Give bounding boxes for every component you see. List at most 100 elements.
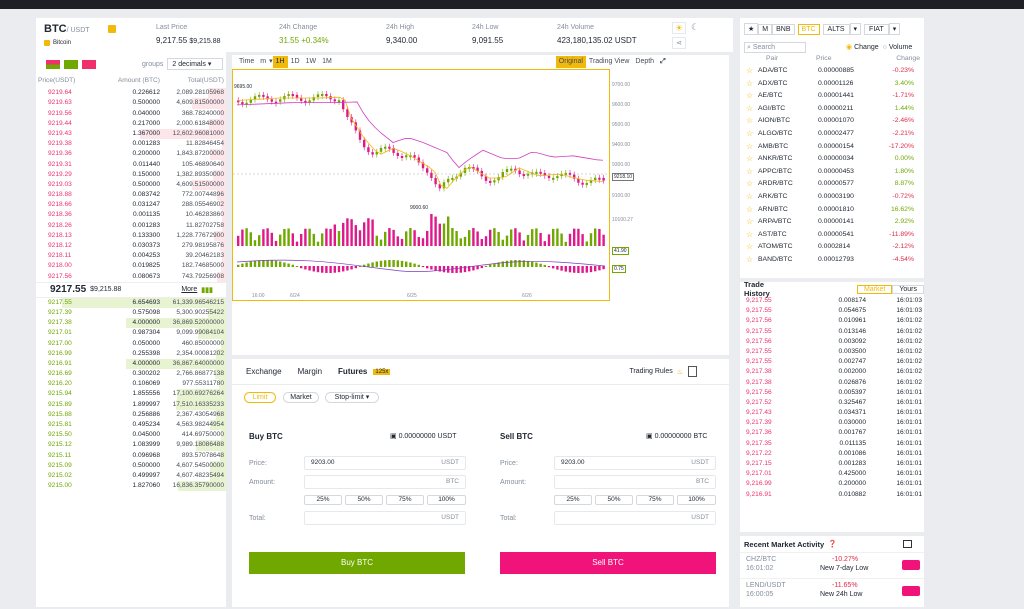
- bid-row[interactable]: 9217.55 6.654693 61,339.96546215: [36, 297, 226, 308]
- view-depth[interactable]: Depth: [632, 56, 657, 68]
- interval-1d[interactable]: 1D: [288, 56, 303, 68]
- buy-pct-25[interactable]: 25%: [304, 495, 342, 505]
- view-asks-icon[interactable]: [82, 59, 96, 69]
- order-type-market[interactable]: Market: [283, 392, 319, 403]
- tab-futures[interactable]: Futures: [332, 367, 373, 376]
- tab-your-trades[interactable]: Yours: [892, 284, 924, 294]
- market-row[interactable]: ☆ ARDR/BTC 0.00000577 8.87%: [740, 178, 924, 191]
- bid-row[interactable]: 9215.50 0.045000 414.69750000: [36, 430, 226, 441]
- tab-exchange[interactable]: Exchange: [240, 367, 288, 376]
- ask-row[interactable]: 9218.66 0.031247 288.05546902: [36, 200, 226, 211]
- bid-row[interactable]: 9215.11 0.096968 893.57078648: [36, 450, 226, 461]
- buy-amount-input[interactable]: BTC: [304, 475, 466, 489]
- favorite-star-icon[interactable]: ☆: [746, 103, 758, 116]
- market-row[interactable]: ☆ AE/BTC 0.00001441 -1.71%: [740, 90, 924, 103]
- buy-total-input[interactable]: USDT: [304, 511, 466, 525]
- favorite-star-icon[interactable]: ☆: [746, 204, 758, 217]
- light-theme-icon[interactable]: ☀: [672, 22, 686, 34]
- favorites-star-icon[interactable]: ★: [744, 23, 759, 35]
- market-search-input[interactable]: ⌕ Search: [744, 41, 806, 53]
- market-row[interactable]: ☆ APPC/BTC 0.00000453 1.80%: [740, 166, 924, 179]
- tab-margin-markets[interactable]: M: [758, 23, 773, 35]
- view-both-icon[interactable]: [46, 59, 60, 69]
- favorite-star-icon[interactable]: ☆: [746, 90, 758, 103]
- ask-row[interactable]: 9219.63 0.500000 4,609.81500000: [36, 98, 226, 109]
- market-row[interactable]: ☆ ATOM/BTC 0.0002814 -2.12%: [740, 241, 924, 254]
- order-type-limit[interactable]: Limit: [244, 392, 276, 403]
- interval-1m[interactable]: 1M: [319, 56, 335, 68]
- sell-pct-25[interactable]: 25%: [554, 495, 592, 505]
- trading-rules-link[interactable]: Trading Rules: [629, 368, 672, 375]
- fullscreen-icon[interactable]: ⤢: [657, 56, 669, 68]
- ask-row[interactable]: 9218.26 0.001283 11.82702758: [36, 220, 226, 231]
- interval-1w[interactable]: 1W: [303, 56, 320, 68]
- sell-button[interactable]: Sell BTC: [500, 552, 716, 574]
- market-row[interactable]: ☆ AST/BTC 0.00000541 -11.89%: [740, 229, 924, 242]
- view-bids-icon[interactable]: [64, 59, 78, 69]
- ask-row[interactable]: 9219.03 0.500000 4,609.51500000: [36, 179, 226, 191]
- groups-select[interactable]: 2 decimals ▾: [167, 58, 224, 70]
- info-icon[interactable]: [108, 25, 116, 33]
- tab-alts[interactable]: ALTS: [822, 23, 850, 35]
- market-row[interactable]: ☆ ADX/BTC 0.00001126 3.40%: [740, 78, 924, 91]
- bid-row[interactable]: 9215.02 0.499997 4,607.48235494: [36, 470, 226, 482]
- time-button[interactable]: Time: [236, 56, 257, 68]
- market-row[interactable]: ☆ ARK/BTC 0.00003190 -0.72%: [740, 191, 924, 204]
- bid-row[interactable]: 9215.89 1.899997 17,510.16335233: [36, 399, 226, 410]
- favorite-star-icon[interactable]: ☆: [746, 229, 758, 242]
- ask-row[interactable]: 9219.38 0.001283 11.82846454: [36, 139, 226, 150]
- tab-btc[interactable]: BTC: [797, 23, 820, 35]
- bid-row[interactable]: 9217.01 0.987304 9,099.99084104: [36, 328, 226, 339]
- bid-row[interactable]: 9216.91 4.000000 36,867.64000000: [36, 358, 226, 370]
- favorite-star-icon[interactable]: ☆: [746, 115, 758, 128]
- minute-select[interactable]: m: [257, 56, 269, 68]
- bid-row[interactable]: 9215.12 1.083999 9,989.18086488: [36, 440, 226, 451]
- bid-row[interactable]: 9215.94 1.855556 17,100.69276264: [36, 389, 226, 400]
- more-link[interactable]: More: [181, 286, 197, 293]
- market-row[interactable]: ☆ ARPA/BTC 0.00000141 2.92%: [740, 216, 924, 229]
- market-row[interactable]: ☆ ADA/BTC 0.00000885 -0.23%: [740, 65, 924, 78]
- ask-row[interactable]: 9219.43 1.367000 12,602.96081000: [36, 128, 226, 140]
- bid-row[interactable]: 9216.69 0.300202 2,766.86877138: [36, 369, 226, 380]
- market-row[interactable]: ☆ ARN/BTC 0.00001810 16.62%: [740, 204, 924, 217]
- market-row[interactable]: ☆ ANKR/BTC 0.00000034 0.00%: [740, 153, 924, 166]
- share-icon[interactable]: ⋖: [672, 37, 686, 49]
- tab-margin[interactable]: Margin: [288, 367, 332, 376]
- ask-row[interactable]: 9219.56 0.040000 368.78240000: [36, 108, 226, 119]
- favorite-star-icon[interactable]: ☆: [746, 241, 758, 254]
- order-type-stop-limit[interactable]: Stop-limit ▾: [325, 392, 379, 403]
- candlestick-chart[interactable]: [232, 69, 610, 301]
- sell-pct-75[interactable]: 75%: [636, 495, 674, 505]
- buy-button[interactable]: Buy BTC: [249, 552, 465, 574]
- ask-row[interactable]: 9219.29 0.150000 1,382.89350000: [36, 169, 226, 180]
- favorite-star-icon[interactable]: ☆: [746, 191, 758, 204]
- tab-fiat[interactable]: FIAT: [864, 23, 889, 35]
- market-row[interactable]: ☆ BAND/BTC 0.00012793 -4.54%: [740, 254, 924, 264]
- buy-price-input[interactable]: 9203.00 USDT: [304, 456, 466, 470]
- sell-price-input[interactable]: 9203.00 USDT: [554, 456, 716, 470]
- favorite-star-icon[interactable]: ☆: [746, 65, 758, 78]
- sell-pct-100[interactable]: 100%: [677, 495, 716, 505]
- market-row[interactable]: ☆ ALGO/BTC 0.00002477 -2.21%: [740, 128, 924, 141]
- bid-row[interactable]: 9217.39 0.575098 5,300.90255422: [36, 307, 226, 319]
- view-original[interactable]: Original: [555, 56, 586, 68]
- favorite-star-icon[interactable]: ☆: [746, 78, 758, 91]
- ask-row[interactable]: 9219.31 0.011440 105.46890640: [36, 159, 226, 170]
- radio-change[interactable]: ◉: [846, 43, 852, 51]
- bid-row[interactable]: 9216.99 0.255398 2,354.00081202: [36, 348, 226, 359]
- minimize-icon[interactable]: [902, 540, 912, 548]
- bid-row[interactable]: 9215.81 0.495234 4,563.98244954: [36, 420, 226, 431]
- favorite-star-icon[interactable]: ☆: [746, 153, 758, 166]
- ask-row[interactable]: 9218.00 0.019825 182.74685000: [36, 261, 226, 272]
- bid-row[interactable]: 9217.38 4.000000 36,869.52000000: [36, 318, 226, 329]
- bid-row[interactable]: 9215.88 0.256886 2,367.43054968: [36, 409, 226, 420]
- market-row[interactable]: ☆ AMB/BTC 0.00000154 -17.20%: [740, 141, 924, 154]
- favorite-star-icon[interactable]: ☆: [746, 178, 758, 191]
- dark-theme-icon[interactable]: ☾: [688, 22, 702, 34]
- ask-row[interactable]: 9217.56 0.080673 743.79256908: [36, 271, 226, 282]
- sell-amount-input[interactable]: BTC: [554, 475, 716, 489]
- favorite-star-icon[interactable]: ☆: [746, 216, 758, 229]
- interval-1h[interactable]: 1H: [272, 56, 288, 68]
- buy-pct-100[interactable]: 100%: [427, 495, 466, 505]
- activity-item[interactable]: LEND/USDT 16:00:05 -11.65% New 24h Low: [740, 578, 924, 604]
